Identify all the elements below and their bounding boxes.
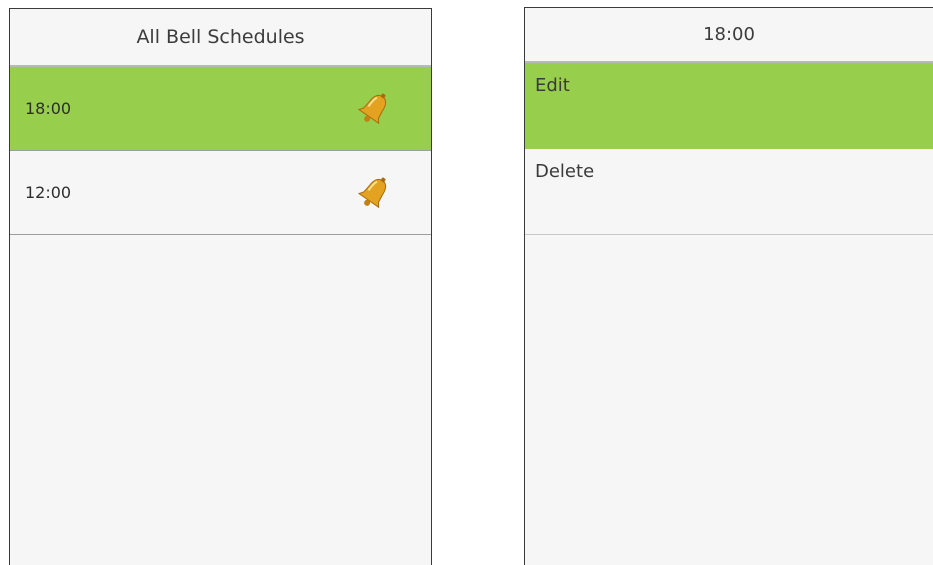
schedule-item-1800[interactable]: 18:00 [10, 67, 431, 151]
edit-menu-item[interactable]: Edit [525, 63, 933, 149]
bell-schedule-list-screen: All Bell Schedules 18:00 12:00 [9, 8, 432, 565]
delete-menu-item[interactable]: Delete [525, 149, 933, 235]
page-title: 18:00 [525, 8, 933, 63]
schedule-time-label: 12:00 [25, 183, 72, 202]
bell-icon [357, 174, 391, 212]
page-title: All Bell Schedules [10, 9, 431, 67]
schedule-item-1200[interactable]: 12:00 [10, 151, 431, 235]
schedule-options-screen: 18:00 Edit Delete [524, 7, 933, 565]
schedule-time-label: 18:00 [25, 99, 72, 118]
bell-icon [357, 90, 391, 128]
